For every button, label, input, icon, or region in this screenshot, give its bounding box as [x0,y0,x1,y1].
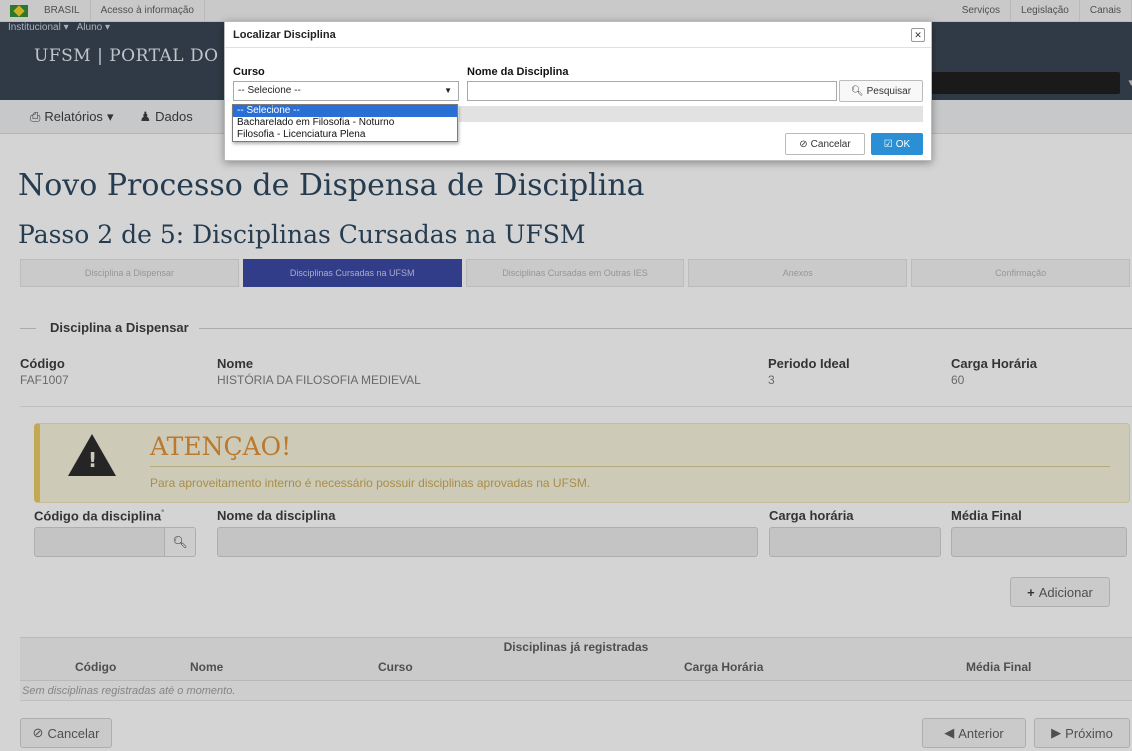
check-square-icon: ☑ [883,138,893,150]
close-icon[interactable]: ✕ [911,28,925,42]
pesquisar-button[interactable]: 🔍︎ Pesquisar [839,80,923,102]
curso-option[interactable]: -- Selecione -- [233,105,457,117]
modal-title: Localizar Disciplina [225,22,931,48]
modal-nome-label: Nome da Disciplina [467,66,569,78]
curso-select-value: -- Selecione -- [238,85,301,96]
modal-curso-label: Curso [233,66,265,78]
curso-select[interactable]: -- Selecione -- ▼ [233,81,459,101]
modal-cancel-button[interactable]: ⊘ Cancelar [785,133,865,155]
curso-dropdown-list: -- Selecione -- Bacharelado em Filosofia… [232,104,458,142]
chevron-down-icon: ▼ [444,86,452,95]
curso-option[interactable]: Filosofia - Licenciatura Plena [233,129,457,141]
disciplina-name-input[interactable] [467,81,837,101]
ban-icon: ⊘ [799,138,808,150]
modal-ok-button[interactable]: ☑ OK [871,133,923,155]
modal-cancel-label: Cancelar [810,138,851,150]
curso-option[interactable]: Bacharelado em Filosofia - Noturno [233,117,457,129]
pesquisar-button-label: Pesquisar [866,85,912,97]
results-area [459,106,923,122]
modal-ok-label: OK [895,138,911,150]
search-icon: 🔍︎ [850,85,864,97]
